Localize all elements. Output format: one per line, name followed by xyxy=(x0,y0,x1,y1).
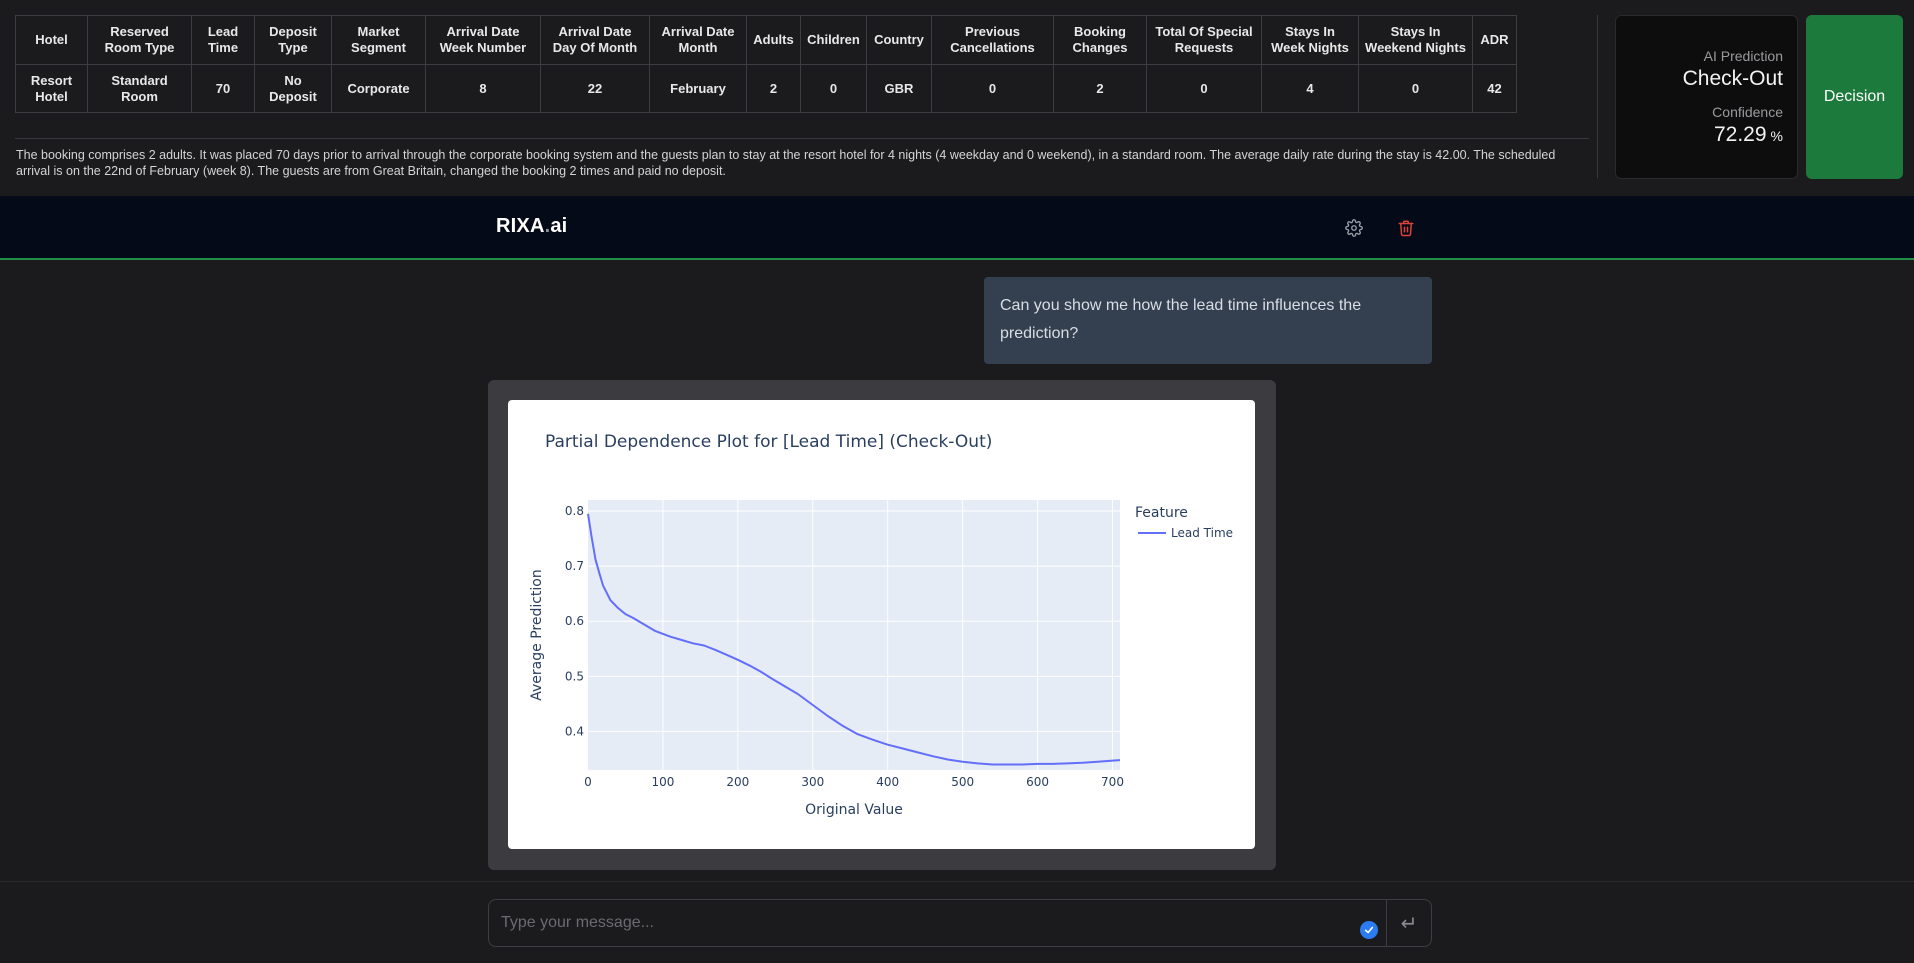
column-header: Children xyxy=(800,15,867,65)
booking-panel: Hotel Reserved Room Type Lead Time Deposit … xyxy=(0,0,1914,196)
table-cell: 0 xyxy=(931,64,1054,113)
table-cell: Standard Room xyxy=(87,64,192,113)
decision-button[interactable]: Decision xyxy=(1806,15,1903,179)
column-header: Market Segment xyxy=(331,15,426,65)
app-logo: RIXA.ai xyxy=(496,215,567,238)
y-tick-label: 0.4 xyxy=(565,724,584,738)
booking-table: Hotel Reserved Room Type Lead Time Deposit … xyxy=(15,15,1517,113)
trash-icon[interactable] xyxy=(1392,214,1420,242)
prediction-card: AI Prediction Check-Out Confidence 72.29… xyxy=(1615,15,1798,179)
column-header: Total Of Special Requests xyxy=(1146,15,1262,65)
logo-main: RIXA xyxy=(496,215,545,237)
x-tick-label: 300 xyxy=(801,775,824,789)
table-cell: 0 xyxy=(800,64,867,113)
table-cell: February xyxy=(649,64,747,113)
column-header: Stays In Weekend Nights xyxy=(1358,15,1473,65)
y-tick-label: 0.7 xyxy=(565,559,584,573)
x-tick-label: 200 xyxy=(726,775,749,789)
confidence-label: Confidence xyxy=(1712,104,1783,120)
column-header: Adults xyxy=(746,15,801,65)
table-cell: GBR xyxy=(866,64,932,113)
x-tick-label: 600 xyxy=(1026,775,1049,789)
bot-message: Partial Dependence Plot for [Lead Time] … xyxy=(488,380,1276,870)
legend-entry: Lead Time xyxy=(1171,526,1233,540)
app-header: RIXA.ai xyxy=(0,196,1914,260)
table-cell: 70 xyxy=(191,64,255,113)
x-tick-label: 100 xyxy=(651,775,674,789)
table-cell: 8 xyxy=(425,64,541,113)
message-input[interactable] xyxy=(488,899,1388,947)
vertical-divider xyxy=(1597,15,1598,178)
confidence-display: 72.29% xyxy=(1714,123,1783,147)
column-header: Arrival Date Week Number xyxy=(425,15,541,65)
table-header-row: Hotel Reserved Room Type Lead Time Deposit … xyxy=(15,15,1517,65)
y-tick-label: 0.6 xyxy=(565,614,584,628)
table-cell: 22 xyxy=(540,64,650,113)
table-cell: 4 xyxy=(1261,64,1359,113)
send-button[interactable]: ↵ xyxy=(1386,899,1432,947)
divider xyxy=(15,138,1589,139)
column-header: Deposit Type xyxy=(254,15,332,65)
column-header: Previous Cancellations xyxy=(931,15,1054,65)
table-cell: No Deposit xyxy=(254,64,332,113)
table-cell: 0 xyxy=(1358,64,1473,113)
table-cell: Corporate xyxy=(331,64,426,113)
x-tick-label: 0 xyxy=(584,775,592,789)
table-cell: 42 xyxy=(1472,64,1517,113)
column-header: Country xyxy=(866,15,932,65)
table-cell: 2 xyxy=(746,64,801,113)
x-tick-label: 700 xyxy=(1101,775,1124,789)
check-icon xyxy=(1360,921,1378,939)
pdp-chart: 0 100 200 300 400 500 600 700 0.4 0.5 0.6 0.7 0.8 Ori… xyxy=(529,500,1233,818)
y-tick-label: 0.8 xyxy=(565,504,584,518)
gear-icon[interactable] xyxy=(1340,214,1368,242)
column-header: ADR xyxy=(1472,15,1517,65)
x-tick-label: 400 xyxy=(876,775,899,789)
x-axis-label: Original Value xyxy=(805,802,903,818)
legend-title: Feature xyxy=(1135,505,1188,521)
chart-card: Partial Dependence Plot for [Lead Time] … xyxy=(508,400,1255,849)
column-header: Stays In Week Nights xyxy=(1261,15,1359,65)
message-footer: ↵ xyxy=(0,881,1914,963)
logo-suffix: ai xyxy=(550,215,568,237)
table-cell: 2 xyxy=(1053,64,1147,113)
y-axis-label: Average Prediction xyxy=(529,569,545,701)
confidence-unit: % xyxy=(1770,128,1783,144)
table-cell: 0 xyxy=(1146,64,1262,113)
column-header: Booking Changes xyxy=(1053,15,1147,65)
table-cell: Resort Hotel xyxy=(15,64,88,113)
y-tick-label: 0.5 xyxy=(565,669,584,683)
x-tick-label: 500 xyxy=(951,775,974,789)
prediction-value: Check-Out xyxy=(1682,67,1783,90)
chat-area[interactable]: Can you show me how the lead time influe… xyxy=(0,262,1914,882)
booking-summary: The booking comprises 2 adults. It was p… xyxy=(16,148,1556,178)
column-header: Hotel xyxy=(15,15,88,65)
confidence-value: 72.29 xyxy=(1713,123,1767,146)
column-header: Lead Time xyxy=(191,15,255,65)
column-header: Arrival Date Day Of Month xyxy=(540,15,650,65)
table-row: Resort Hotel Standard Room 70 No Deposit Cor… xyxy=(15,64,1517,113)
column-header: Reserved Room Type xyxy=(87,15,192,65)
column-header: Arrival Date Month xyxy=(649,15,747,65)
user-message: Can you show me how the lead time influe… xyxy=(984,277,1432,364)
prediction-label: AI Prediction xyxy=(1703,48,1783,64)
